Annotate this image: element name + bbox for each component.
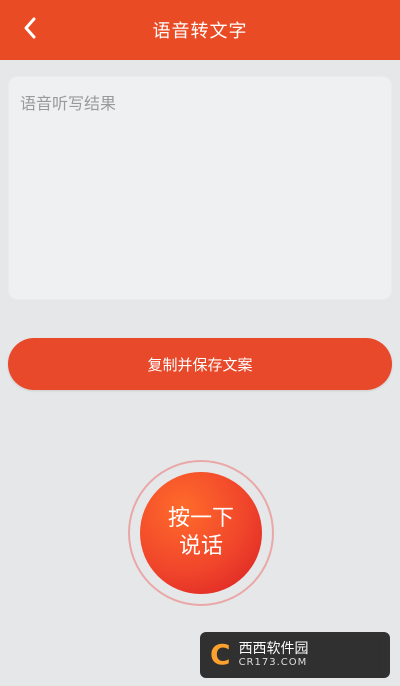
watermark-brand: 西西软件园 [238,641,309,657]
talk-label-line-1: 按一下 [167,506,234,531]
watermark-site: CR173.COM [238,657,308,668]
top-bar: 语音转文字 [0,0,400,60]
watermark: C 西西软件园 CR173.COM [200,632,390,678]
app: 语音转文字 语音听写结果 复制并保存文案 按一下 说话 C 西西软件园 CR17… [0,0,400,686]
cr-logo-icon: C [210,638,231,671]
press-to-talk-button[interactable]: 按一下 说话 [140,472,262,594]
watermark-text: 西西软件园 CR173.COM [239,641,309,669]
talk-label-line-2: 说话 [178,534,223,559]
copy-and-save-button[interactable]: 复制并保存文案 [8,338,392,390]
page-title: 语音转文字 [152,21,248,42]
result-placeholder: 语音听写结果 [20,94,117,113]
speech-result-area[interactable]: 语音听写结果 [8,76,392,300]
